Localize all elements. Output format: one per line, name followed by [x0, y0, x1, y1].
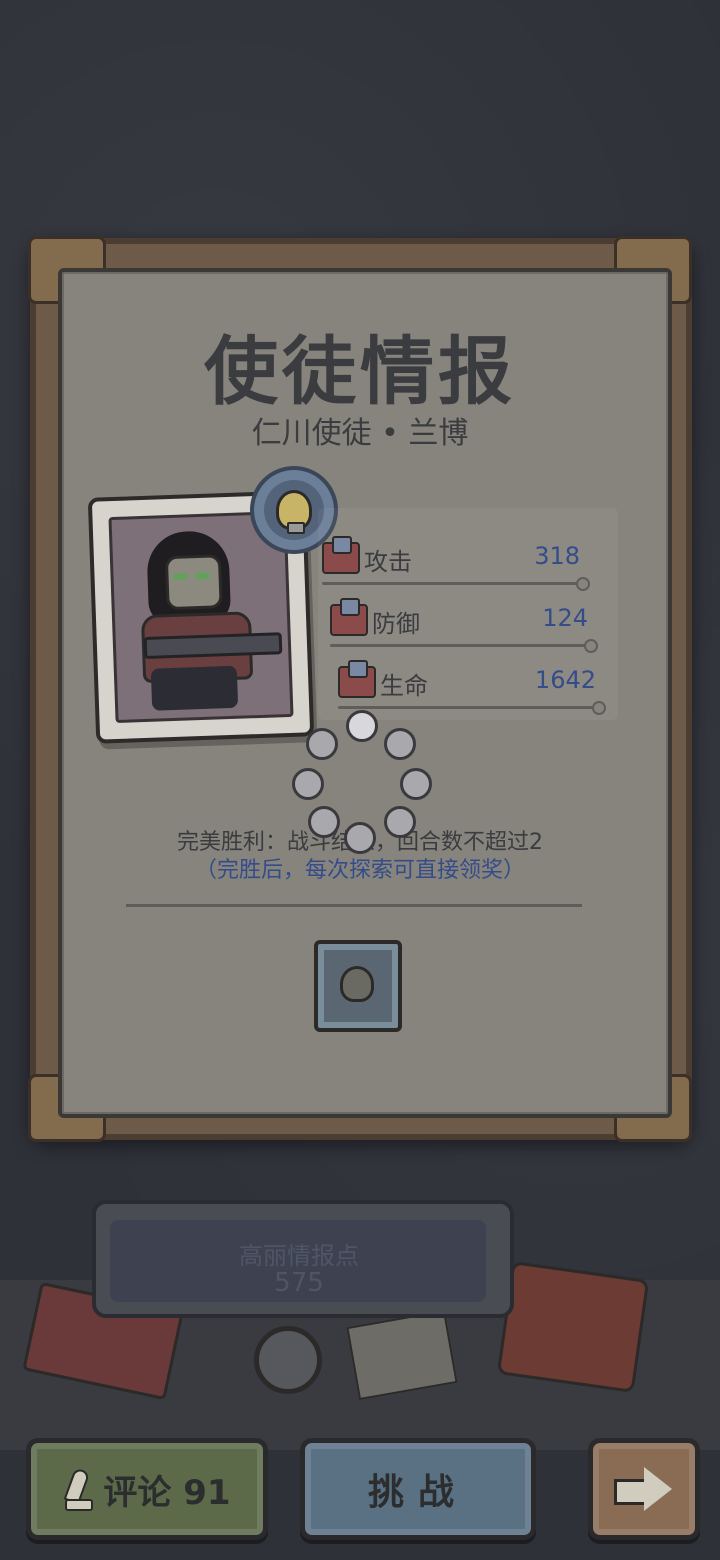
victory-note: （完胜后，每次探索可直接领奖） — [194, 858, 525, 883]
stat-row-defense: 防御 124 — [330, 598, 598, 653]
shield-icon — [330, 598, 368, 636]
stat-value: 124 — [542, 604, 588, 632]
magnifier-icon — [254, 1326, 322, 1394]
page-title: 使徒情报 — [204, 329, 516, 415]
stat-label: 攻击 — [364, 548, 412, 576]
divider — [126, 904, 582, 907]
wallet-prop — [496, 1260, 650, 1394]
arrow-right-icon — [614, 1467, 674, 1511]
challenge-label: 挑战 — [367, 1472, 468, 1513]
stat-label: 生命 — [380, 672, 428, 700]
stat-value: 318 — [534, 542, 580, 570]
stat-label: 防御 — [372, 610, 420, 638]
stat-value: 1642 — [534, 666, 596, 694]
intel-points-value: 575 — [274, 1268, 324, 1298]
heart-icon — [338, 660, 376, 698]
sword-icon — [322, 536, 360, 574]
quill-icon — [63, 1469, 94, 1511]
intel-points-label: 高丽情报点 — [239, 1242, 359, 1270]
stat-row-attack: 攻击 318 — [322, 536, 590, 591]
stat-row-health: 生命 1642 — [338, 660, 606, 715]
comment-label: 评论 91 — [103, 1472, 231, 1513]
comment-button[interactable]: 评论 91 — [26, 1438, 268, 1540]
enemy-subtitle: 仁川使徒 • 兰博 — [251, 416, 469, 451]
reward-card-icon[interactable] — [314, 940, 402, 1032]
challenge-button[interactable]: 挑战 — [300, 1438, 536, 1540]
next-button[interactable] — [588, 1438, 700, 1540]
